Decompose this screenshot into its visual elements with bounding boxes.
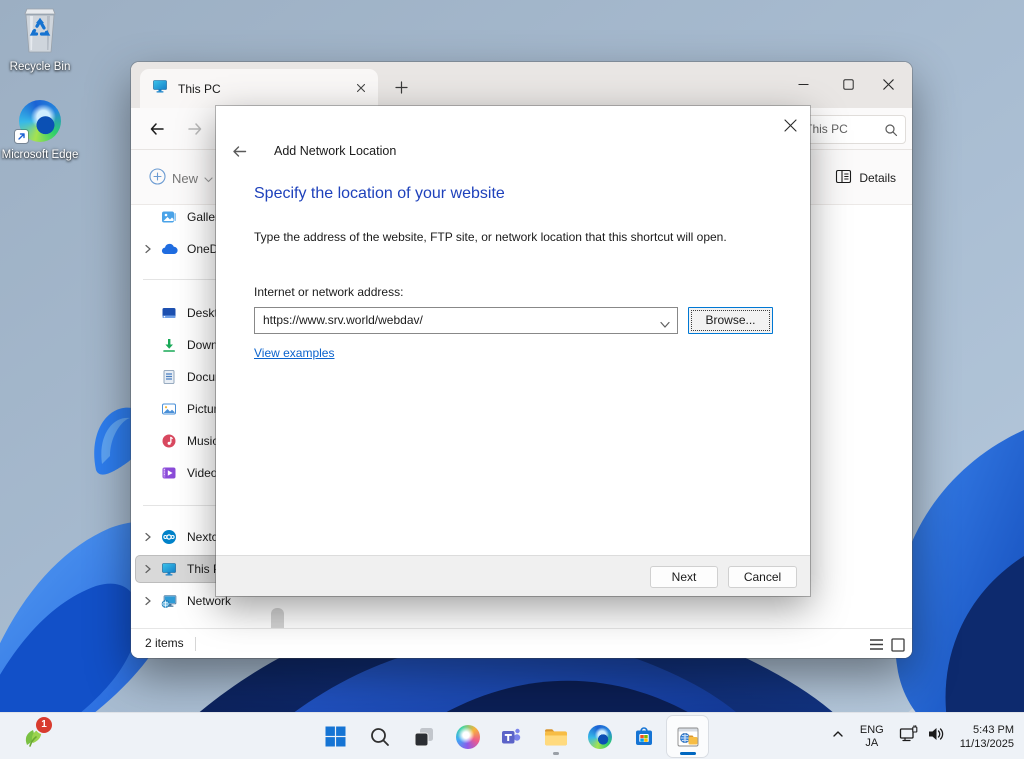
network-icon: [160, 593, 178, 609]
videos-icon: [160, 465, 178, 481]
sidebar-item-label: Network: [187, 594, 232, 608]
onedrive-icon: [160, 243, 178, 255]
system-tray: ENG JA 5:43 PM 11/13/2025: [830, 713, 1024, 759]
chevron-right-icon[interactable]: [136, 595, 160, 607]
tray-chevron-up-icon[interactable]: [830, 726, 846, 747]
dialog-close-icon[interactable]: [778, 113, 802, 137]
downloads-icon: [160, 337, 178, 353]
running-indicator: [552, 752, 559, 755]
items-count: 2 items: [145, 636, 184, 650]
active-indicator: [679, 752, 696, 755]
dialog-heading: Specify the location of your website: [254, 185, 505, 202]
desktop-folder-icon: [160, 305, 178, 321]
copilot-button[interactable]: [447, 716, 488, 757]
nextcloud-icon: [160, 529, 178, 545]
this-pc-icon: [152, 78, 168, 99]
add-network-location-dialog: Add Network Location Specify the locatio…: [216, 106, 810, 596]
teams-button[interactable]: [491, 716, 532, 757]
task-view-button[interactable]: [403, 716, 444, 757]
chevron-down-icon: [204, 171, 213, 186]
sidebar-item-label: Music: [187, 434, 219, 448]
large-icons-view-icon[interactable]: [888, 635, 907, 654]
address-label: Internet or network address:: [254, 285, 404, 299]
taskbar: 1 ENG JA 5:43 PM 11/13/2025: [0, 712, 1024, 759]
chevron-right-icon[interactable]: [136, 531, 160, 543]
this-pc-icon: [160, 561, 178, 577]
clock-date: 11/13/2025: [959, 737, 1014, 750]
edge-icon: [15, 100, 61, 143]
explorer-tab-bar: This PC: [131, 62, 912, 108]
desktop-icon-label: Microsoft Edge: [1, 149, 79, 161]
close-button[interactable]: [866, 63, 911, 105]
notification-badge: 1: [36, 717, 52, 733]
desktop-icon-label: Recycle Bin: [9, 61, 71, 73]
details-button[interactable]: Details: [835, 165, 896, 191]
pictures-icon: [160, 401, 178, 417]
store-button[interactable]: [623, 716, 664, 757]
status-divider: [195, 637, 196, 651]
language-line-1: ENG: [859, 723, 884, 736]
back-button[interactable]: [145, 117, 169, 141]
dialog-title: Add Network Location: [274, 144, 397, 158]
network-tray-icon[interactable]: [898, 724, 920, 749]
next-button[interactable]: Next: [650, 566, 718, 588]
dialog-back-button[interactable]: [228, 140, 250, 162]
new-button[interactable]: New: [143, 163, 219, 193]
chevron-right-icon[interactable]: [136, 243, 160, 255]
widgets-button[interactable]: 1: [8, 716, 56, 757]
dialog-footer: Next Cancel: [216, 555, 810, 596]
clock[interactable]: 5:43 PM 11/13/2025: [960, 723, 1014, 751]
plus-circle-icon: [149, 168, 166, 188]
maximize-button[interactable]: [826, 63, 871, 105]
desktop-icon-recycle-bin[interactable]: Recycle Bin: [1, 6, 79, 74]
browse-button[interactable]: Browse...: [688, 307, 773, 334]
view-examples-link[interactable]: View examples: [254, 346, 334, 360]
tab-close-icon[interactable]: [356, 80, 366, 98]
dialog-description: Type the address of the website, FTP sit…: [254, 230, 727, 244]
volume-tray-icon[interactable]: [926, 724, 946, 749]
recycle-bin-icon: [20, 8, 60, 58]
taskbar-center-icons: [315, 716, 708, 757]
tab-title: This PC: [178, 81, 221, 96]
new-tab-button[interactable]: [389, 75, 413, 99]
clock-time: 5:43 PM: [973, 723, 1014, 736]
network-wizard-window-button[interactable]: [667, 716, 708, 757]
start-button[interactable]: [315, 716, 356, 757]
edge-button[interactable]: [579, 716, 620, 757]
list-view-icon[interactable]: [867, 635, 886, 654]
details-pane-icon: [835, 168, 852, 188]
language-indicator[interactable]: ENG JA: [860, 724, 884, 750]
search-icon: [884, 123, 898, 142]
combobox-chevron-icon[interactable]: [660, 316, 670, 334]
language-line-2: JA: [865, 736, 879, 749]
music-icon: [160, 433, 178, 449]
tab-this-pc[interactable]: This PC: [140, 69, 378, 108]
forward-button[interactable]: [183, 117, 207, 141]
shortcut-arrow-icon: [15, 130, 28, 143]
documents-icon: [160, 369, 178, 385]
details-button-label: Details: [859, 171, 896, 185]
address-combobox[interactable]: https://www.srv.world/webdav/: [254, 307, 678, 334]
file-explorer-button[interactable]: [535, 716, 576, 757]
cancel-button[interactable]: Cancel: [728, 566, 797, 588]
chevron-right-icon[interactable]: [136, 563, 160, 575]
minimize-button[interactable]: [781, 63, 826, 105]
new-button-label: New: [172, 170, 199, 186]
explorer-status-bar: 2 items: [131, 628, 912, 658]
search-button[interactable]: [359, 716, 400, 757]
gallery-icon: [160, 209, 178, 225]
desktop-icon-microsoft-edge[interactable]: Microsoft Edge: [1, 100, 79, 162]
